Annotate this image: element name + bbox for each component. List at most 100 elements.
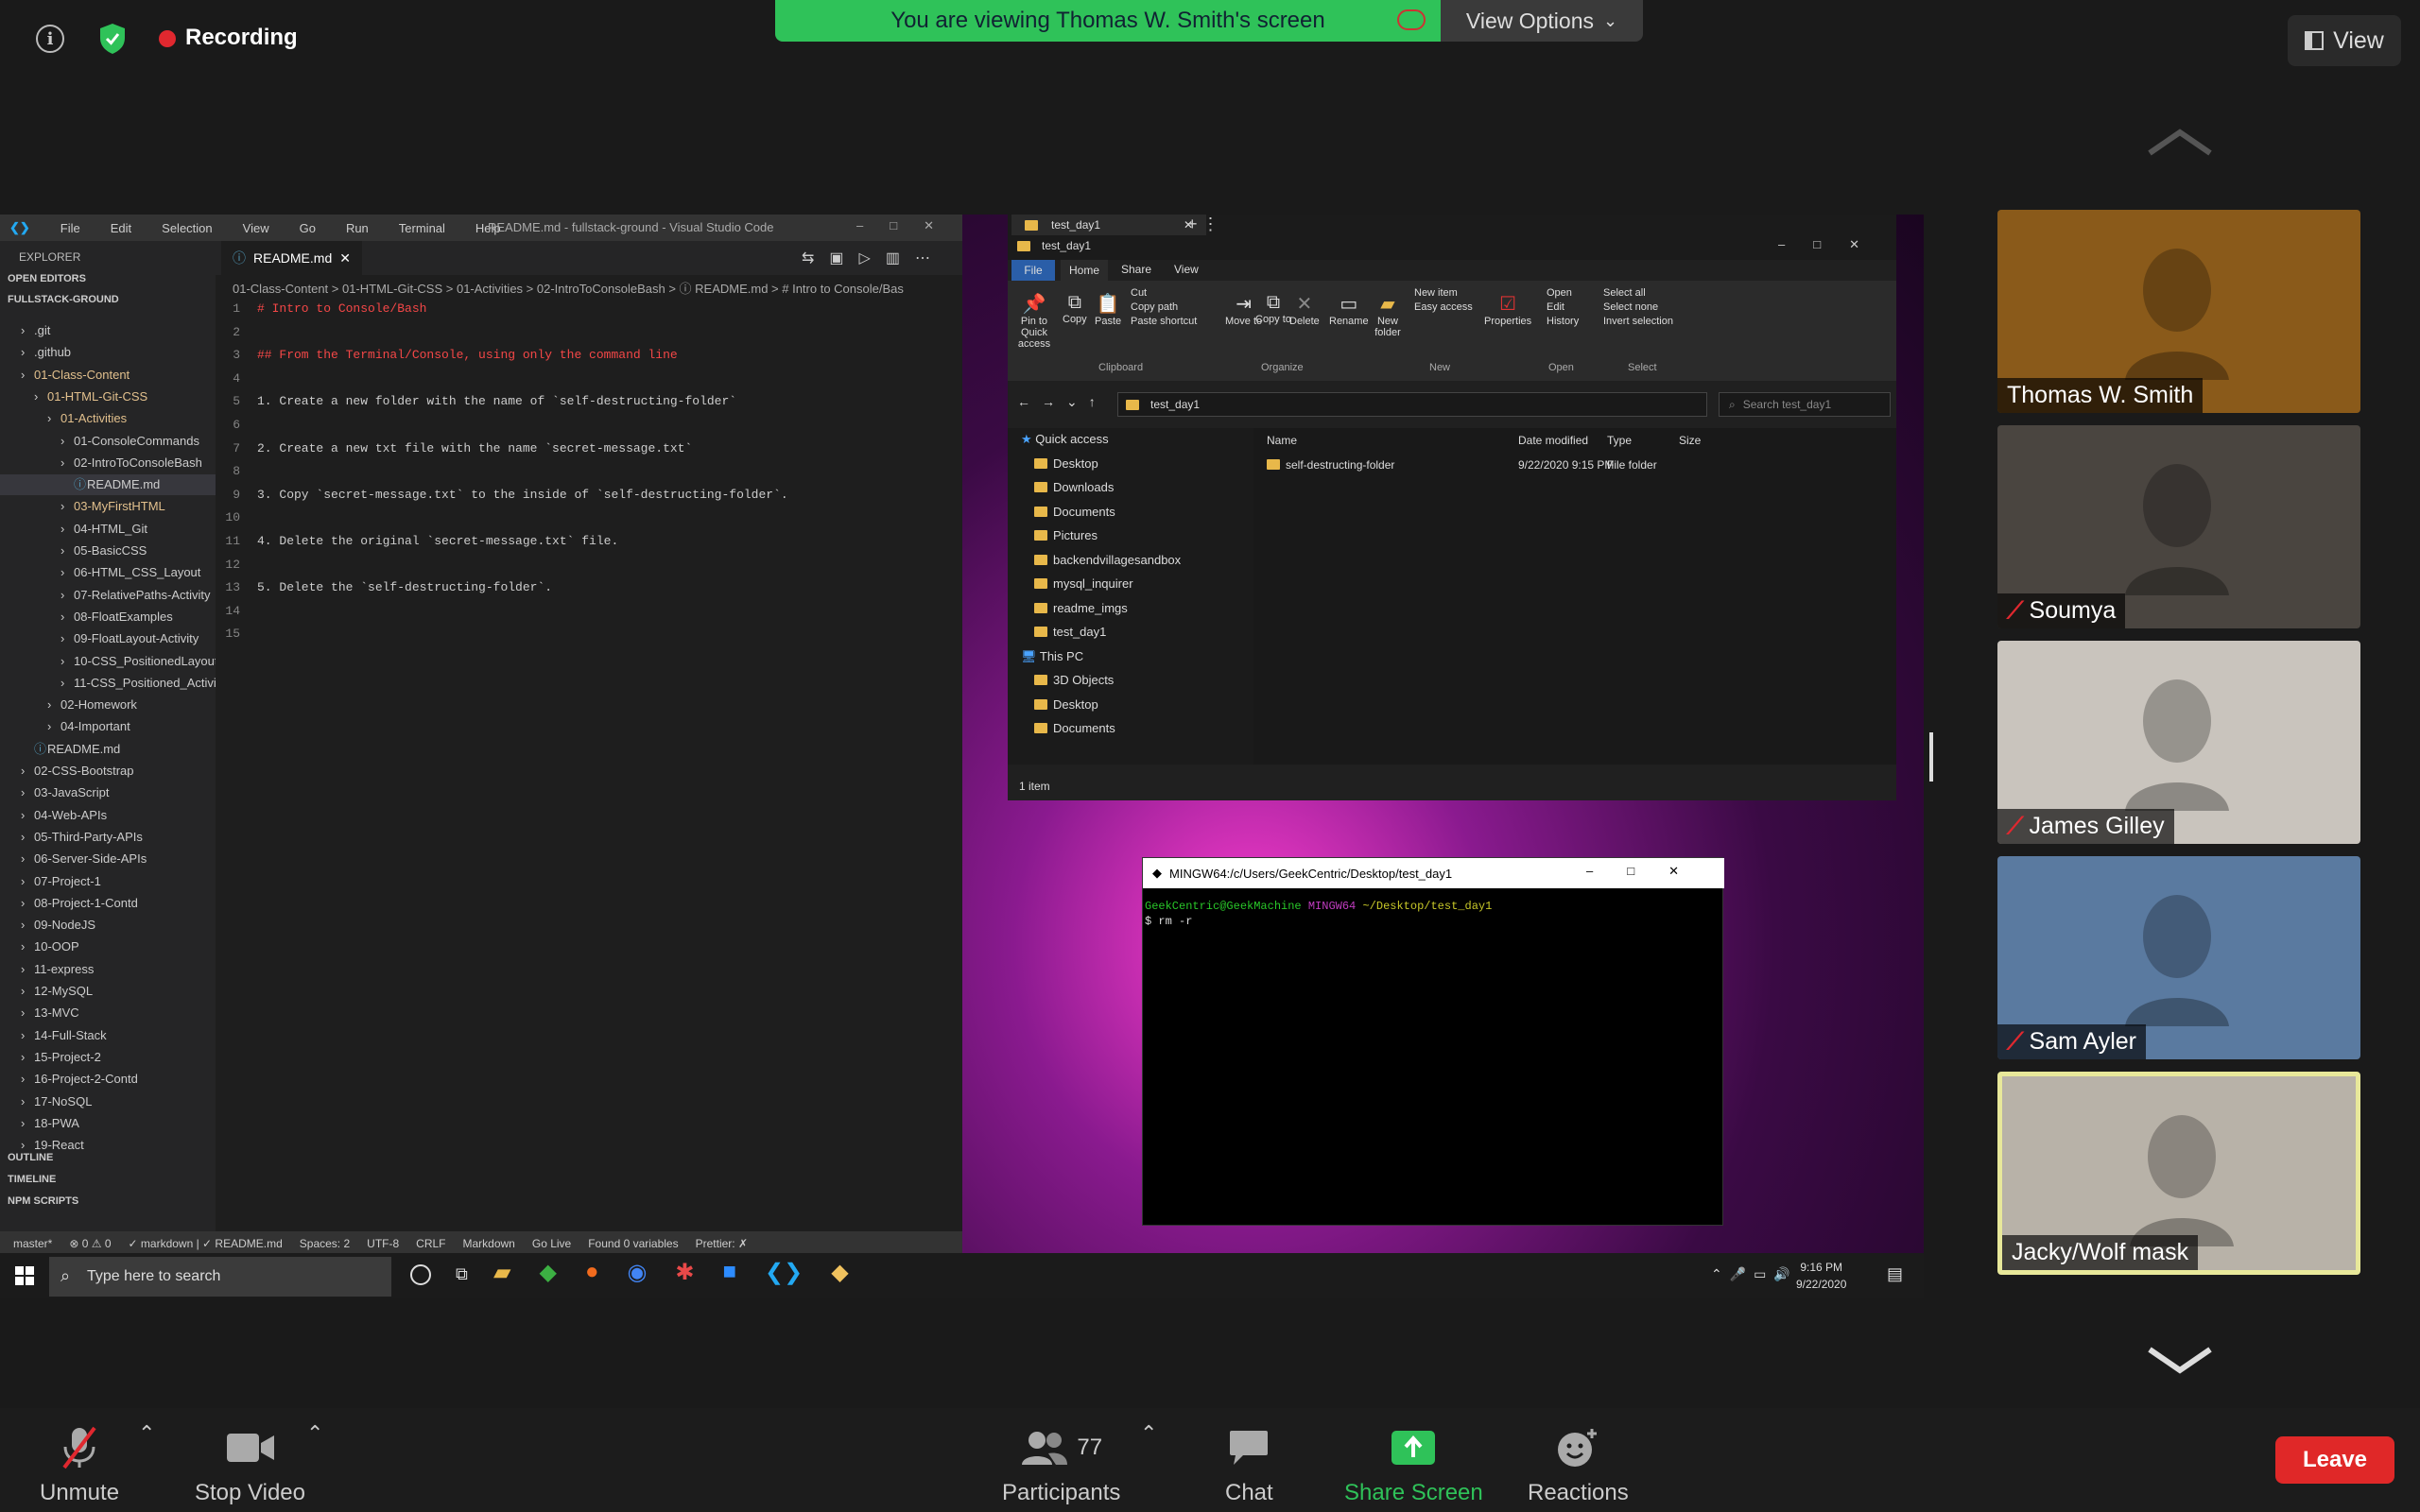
pin-quick-access-button[interactable]: 📌 Pin to Quick access [1013,292,1055,350]
explorer-tab[interactable]: test_day1 ✕ [1011,215,1207,235]
participant-tile[interactable]: ⟋ James Gilley [1997,641,2360,844]
nav-item[interactable]: test_day1 [1034,625,1106,639]
nav-item[interactable]: mysql_inquirer [1034,576,1133,591]
participants-button[interactable]: 77 Participants [1002,1421,1120,1506]
tree-item[interactable]: › 09-FloatLayout-Activity [0,628,199,649]
tree-item[interactable]: › 09-NodeJS [0,915,95,936]
resize-handle[interactable] [1929,732,1933,782]
ribbon-tab-view[interactable]: View [1174,263,1199,276]
file-explorer-app-icon[interactable]: ▰ [493,1259,510,1286]
column-header[interactable]: Type [1607,434,1632,447]
reactions-button[interactable]: Reactions [1528,1421,1629,1506]
terminal-window-controls[interactable]: –□✕ [1586,864,1713,879]
tree-item[interactable]: › 10-OOP [0,936,79,957]
paste-button[interactable]: 📋 Paste [1095,292,1121,327]
ribbon-tab-home[interactable]: Home [1061,260,1108,281]
breadcrumb[interactable]: 01-Class-Content > 01-HTML-Git-CSS > 01-… [233,279,904,297]
taskbar-clock[interactable]: 9:16 PM 9/22/2020 [1796,1259,1846,1293]
tree-item[interactable]: › 02-Homework [0,695,137,715]
gallery-scroll-down-button[interactable] [2142,1342,2218,1389]
tree-item[interactable]: › 05-BasicCSS [0,541,147,561]
video-options-chevron-icon[interactable]: ⌃ [306,1421,323,1446]
gallery-scroll-up-button[interactable] [2142,123,2218,170]
menu-item-run[interactable]: Run [346,221,369,235]
menu-item-edit[interactable]: Edit [111,221,131,235]
cut-button[interactable]: Cut [1131,286,1197,301]
properties-button[interactable]: ☑ Properties [1484,292,1531,327]
menu-item-selection[interactable]: Selection [162,221,212,235]
status-item[interactable]: master* [13,1237,52,1250]
explorer-search[interactable]: ⌕ Search test_day1 [1719,392,1891,417]
easy-access-button[interactable]: Easy access [1414,301,1473,315]
nav-arrows[interactable]: ←→⌄↑ [1017,394,1107,410]
view-options-button[interactable]: View Options ⌄ [1441,0,1643,42]
system-tray-icons[interactable]: ⌃🎤▭🔊 [1711,1266,1798,1282]
status-item[interactable]: ✓ markdown | ✓ README.md [129,1237,283,1250]
open-editors-section[interactable]: OPEN EDITORS [8,273,86,284]
rename-button[interactable]: ▭ Rename [1329,292,1369,327]
tree-item[interactable]: › 02-CSS-Bootstrap [0,761,134,782]
nav-item[interactable]: Desktop [1034,456,1098,471]
chat-button[interactable]: Chat [1225,1421,1273,1506]
menu-item-terminal[interactable]: Terminal [399,221,445,235]
window-controls[interactable]: –□✕ [856,218,960,233]
nav-item[interactable]: Desktop [1034,697,1098,712]
status-item[interactable]: ⊗ 0 ⚠ 0 [69,1237,111,1250]
delete-button[interactable]: ✕ Delete [1289,292,1320,327]
zoom-app-icon[interactable]: ■ [723,1259,737,1286]
tree-item[interactable]: ⓘREADME.md [0,474,216,496]
view-button[interactable]: View [2288,15,2401,66]
nav-item[interactable]: 🖥 This PC [1021,649,1083,664]
copy-button[interactable]: ⧉ Copy [1063,292,1087,325]
copy-path-button[interactable]: Copy path [1131,301,1197,315]
git-bash-app-icon[interactable]: ◆ [831,1259,848,1286]
participant-tile[interactable]: ⟋ Sam Ayler [1997,856,2360,1059]
tree-item[interactable]: › 04-Important [0,716,130,737]
tree-item[interactable]: › 01-Class-Content [0,365,130,386]
menu-item-go[interactable]: Go [300,221,316,235]
info-icon[interactable]: i [36,25,64,53]
timeline-section[interactable]: TIMELINE [8,1174,56,1185]
tree-item[interactable]: › 05-Third-Party-APIs [0,827,143,848]
task-view-icon[interactable]: ⧉ [456,1264,468,1284]
new-folder-button[interactable]: ▰ New folder [1371,292,1405,338]
nav-item[interactable]: Documents [1034,721,1115,735]
unmute-button[interactable]: Unmute [40,1421,119,1506]
nav-item[interactable]: Downloads [1034,480,1114,494]
security-shield-icon[interactable] [98,23,127,55]
column-header[interactable]: Size [1679,434,1701,447]
open-button[interactable]: Open [1547,286,1579,301]
tree-item[interactable]: › 01-Activities [0,408,127,429]
file-row[interactable]: self-destructing-folder 9/22/2020 9:15 PM… [1253,455,1896,475]
explorer-window-controls[interactable]: –□✕ [1778,237,1888,252]
chrome-app-icon[interactable]: ◉ [627,1259,647,1286]
status-item[interactable]: CRLF [416,1237,445,1250]
status-item[interactable]: Go Live [532,1237,571,1250]
invert-selection-button[interactable]: Invert selection [1603,315,1673,329]
tree-item[interactable]: › .github [0,342,71,363]
tree-item[interactable]: › .git [0,320,50,341]
windows-start-icon[interactable] [15,1266,34,1285]
nav-item[interactable]: Pictures [1034,528,1098,542]
status-item[interactable]: Spaces: 2 [300,1237,350,1250]
tree-item[interactable]: › 02-IntroToConsoleBash [0,453,202,473]
tree-item[interactable]: › 08-Project-1-Contd [0,893,138,914]
postman-app-icon[interactable]: ● [585,1259,599,1286]
history-button[interactable]: History [1547,315,1579,329]
status-item[interactable]: Markdown [463,1237,515,1250]
cortana-icon[interactable] [410,1264,431,1285]
nav-item[interactable]: backendvillagesandbox [1034,553,1181,567]
notification-icon[interactable]: ▤ [1887,1264,1903,1284]
tree-item[interactable]: › 12-MySQL [0,981,93,1002]
nav-item[interactable]: readme_imgs [1034,601,1128,615]
nav-item[interactable]: Documents [1034,505,1115,519]
windows-search-box[interactable]: ⌕ Type here to search [49,1257,391,1297]
outline-section[interactable]: OUTLINE [8,1152,53,1163]
tree-item[interactable]: › 18-PWA [0,1113,79,1134]
status-item[interactable]: Found 0 variables [588,1237,678,1250]
nav-item[interactable]: 3D Objects [1034,673,1114,687]
tree-item[interactable]: › 08-FloatExamples [0,607,173,627]
tree-item[interactable]: › 04-HTML_Git [0,519,147,540]
tree-item[interactable]: › 03-JavaScript [0,782,109,803]
column-header[interactable]: Date modified [1518,434,1588,447]
